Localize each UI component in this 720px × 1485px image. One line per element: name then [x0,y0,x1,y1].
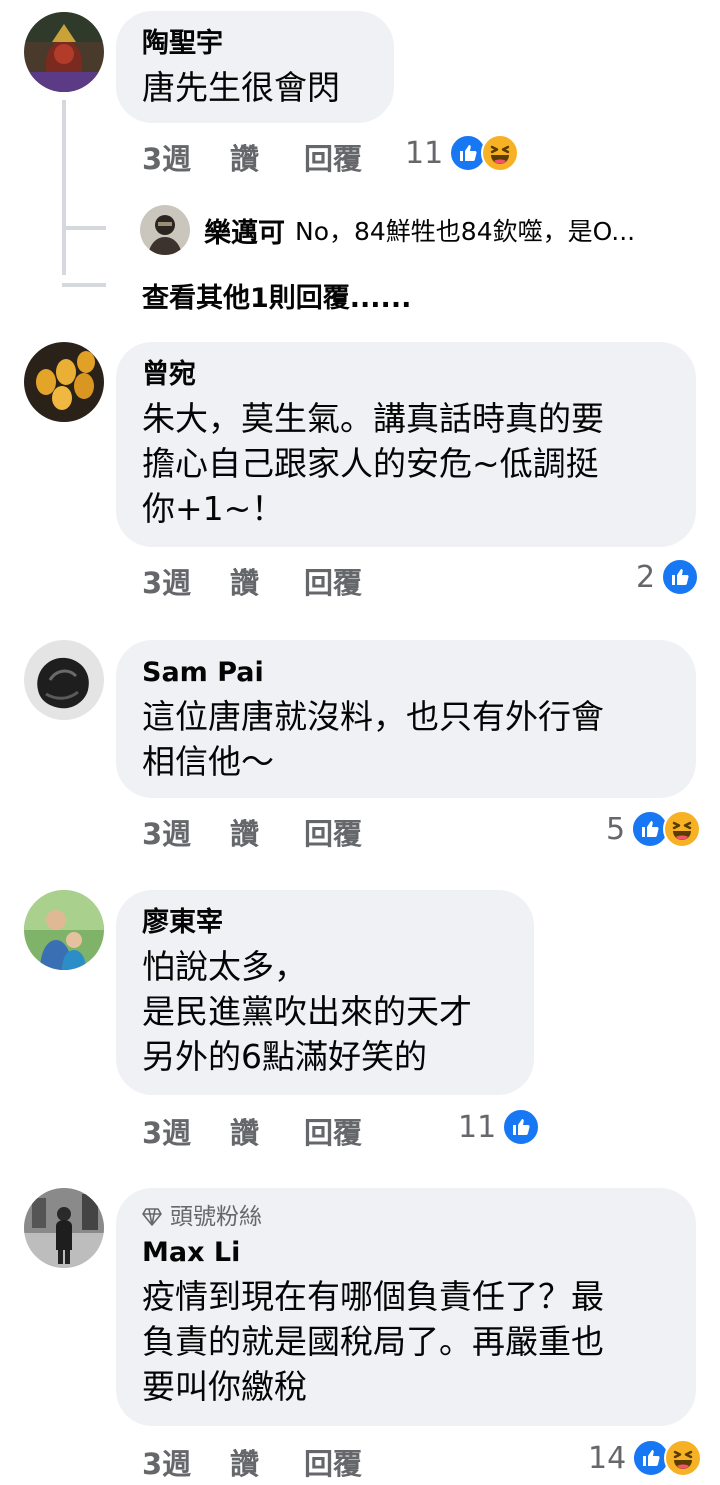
reaction-summary[interactable]: 11 [405,134,520,172]
haha-icon [664,1439,703,1477]
haha-icon [663,810,702,848]
comment-text: 疫情到現在有哪個負責任了？最 負責的就是國稅局了。再嚴重也 要叫你繳稅 [142,1277,604,1406]
avatar[interactable] [24,1188,104,1268]
comment-text: 這位唐唐就沒料，也只有外行會 相信他～ [142,697,604,781]
like-button[interactable]: 讚 [230,811,259,853]
like-button[interactable]: 讚 [230,560,259,602]
reply-button[interactable]: 回覆 [304,560,362,602]
like-icon [661,558,700,596]
commenter-name[interactable]: 陶聖宇 [142,27,368,61]
thread-line [62,100,66,275]
reply-button[interactable]: 回覆 [304,136,362,178]
comment-time[interactable]: 3週 [142,560,191,602]
comment-bubble: 曾宛 朱大，莫生氣。講真話時真的要 擔心自己跟家人的安危~低調挺 你+1~！ [116,342,696,547]
comment-text: 朱大，莫生氣。講真話時真的要 擔心自己跟家人的安危~低調挺 你+1~！ [142,399,604,528]
avatar[interactable] [24,342,104,422]
comment-bubble: Sam Pai 這位唐唐就沒料，也只有外行會 相信他～ [116,640,696,798]
comment-bubble: 陶聖宇 唐先生很會閃 [116,11,394,123]
reply-button[interactable]: 回覆 [304,811,362,853]
comment-time[interactable]: 3週 [142,1441,191,1483]
commenter-name[interactable]: 曾宛 [142,358,670,392]
comment-text: 唐先生很會閃 [142,68,340,107]
avatar[interactable] [24,12,104,92]
diamond-icon [142,1208,162,1226]
commenter-name[interactable]: Max Li [142,1236,670,1270]
reaction-summary[interactable]: 14 [588,1439,703,1477]
like-button[interactable]: 讚 [230,136,259,178]
haha-icon [481,134,520,172]
comment-time[interactable]: 3週 [142,1110,191,1152]
top-fan-badge: 頭號粉絲 [142,1202,670,1232]
commenter-name[interactable]: 廖東宰 [142,906,508,940]
commenter-name[interactable]: Sam Pai [142,656,670,690]
reply-author-name[interactable]: 樂邁可 [204,211,285,250]
reaction-summary[interactable]: 5 [606,810,702,848]
comment-time[interactable]: 3週 [142,136,191,178]
reaction-summary[interactable]: 2 [636,558,700,596]
like-button[interactable]: 讚 [230,1110,259,1152]
view-more-replies-link[interactable]: 查看其他1則回覆...... [142,276,411,315]
reply-button[interactable]: 回覆 [304,1110,362,1152]
reply-preview[interactable]: 樂邁可 No，84鮮牲也84欽噬，是O... [140,205,710,255]
reply-preview-text: No，84鮮牲也84欽噬，是O... [295,217,636,246]
reaction-count: 11 [458,1109,497,1145]
comment-bubble: 頭號粉絲 Max Li 疫情到現在有哪個負責任了？最 負責的就是國稅局了。再嚴重… [116,1188,696,1426]
reaction-count: 11 [405,135,444,171]
reaction-summary[interactable]: 11 [458,1108,541,1146]
like-icon [502,1108,541,1146]
reply-avatar[interactable] [140,205,190,255]
reply-button[interactable]: 回覆 [304,1441,362,1483]
thread-connector [62,226,106,230]
thread-connector [62,283,106,287]
reaction-count: 2 [636,559,656,595]
comment-text: 怕說太多， 是民進黨吹出來的天才 另外的6點滿好笑的 [142,947,472,1076]
comment-time[interactable]: 3週 [142,811,191,853]
like-button[interactable]: 讚 [230,1441,259,1483]
badge-label: 頭號粉絲 [170,1204,262,1230]
avatar[interactable] [24,640,104,720]
reaction-count: 14 [588,1440,627,1476]
avatar[interactable] [24,890,104,970]
comment-bubble: 廖東宰 怕說太多， 是民進黨吹出來的天才 另外的6點滿好笑的 [116,890,534,1095]
reaction-count: 5 [606,811,626,847]
